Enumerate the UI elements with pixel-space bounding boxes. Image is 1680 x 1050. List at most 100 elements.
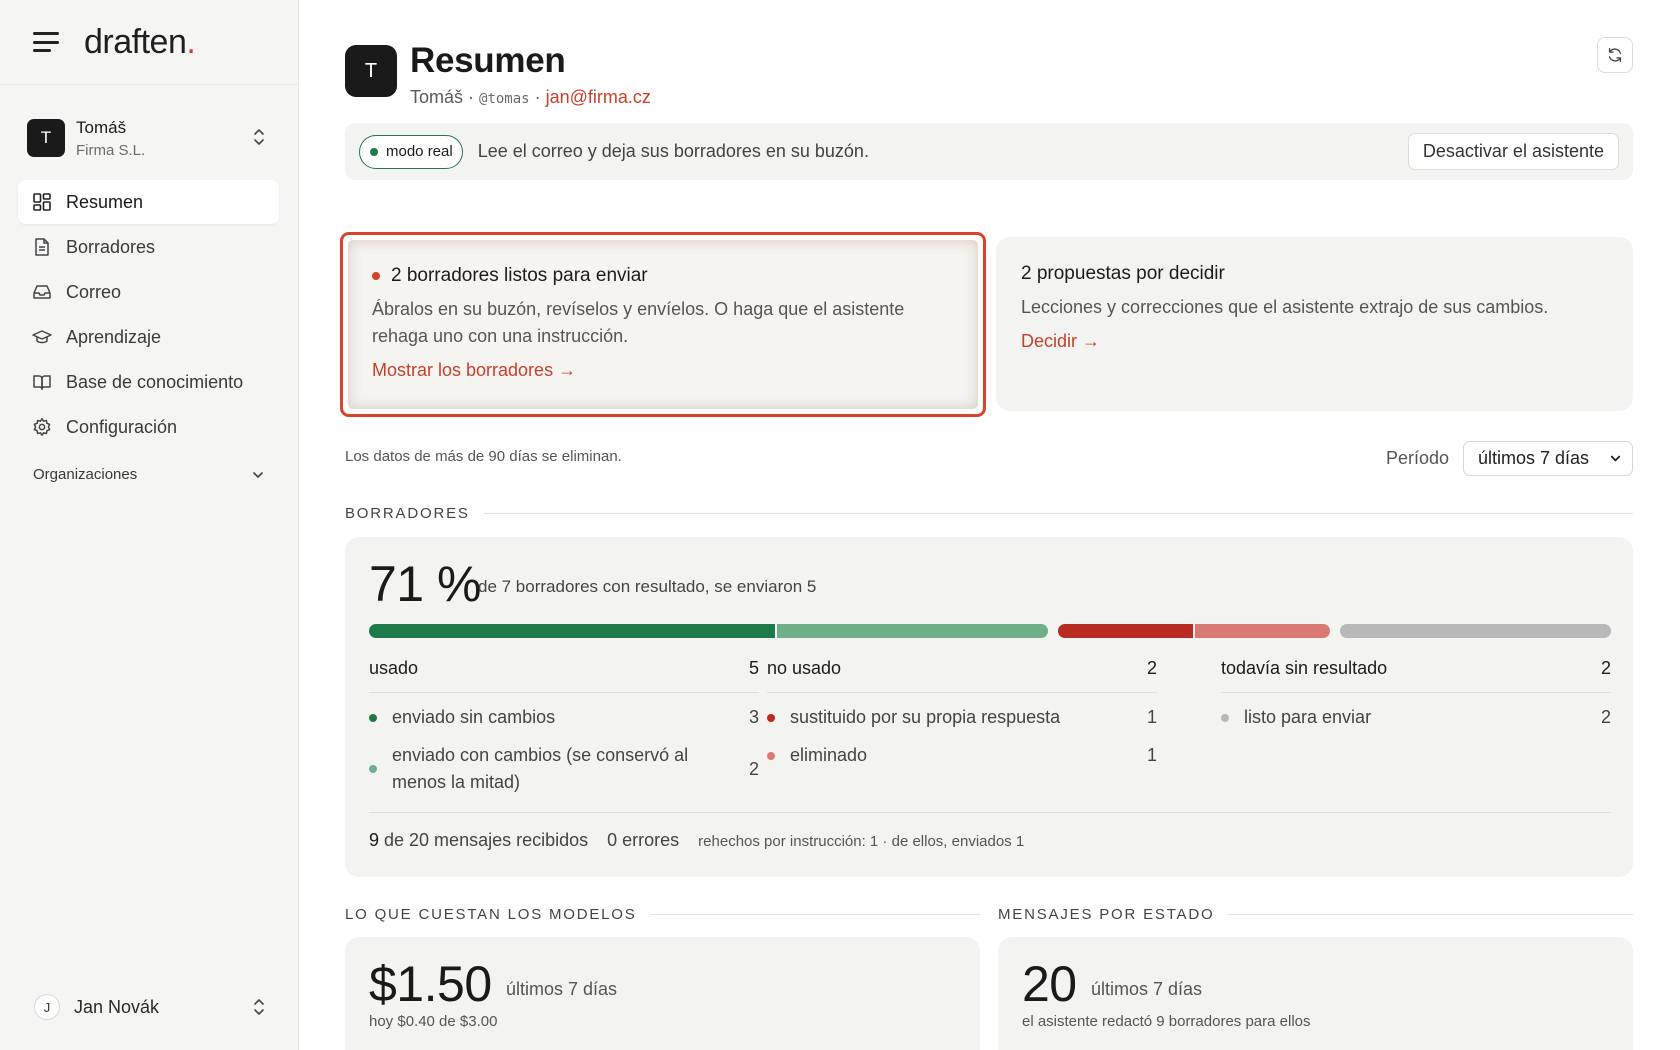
nav-label: Configuración [66, 416, 178, 437]
ready-drafts-card: 2 borradores listos para enviar Ábralos … [340, 232, 986, 417]
breakdown-row: enviado sin cambios 3 [369, 704, 759, 731]
graduation-cap-icon [32, 327, 52, 347]
status-dot [370, 147, 378, 156]
period-select[interactable]: últimos 7 días [1463, 441, 1633, 476]
breakdown-row: listo para enviar 2 [1221, 704, 1611, 731]
show-drafts-link[interactable]: Mostrar los borradores → [372, 360, 576, 381]
separator: · [529, 87, 546, 107]
sent-percentage-note: de 7 borradores con resultado, se enviar… [478, 577, 817, 596]
chevron-updown-icon [254, 129, 264, 145]
account-avatar: T [27, 119, 65, 157]
assistant-mode-bar: modo real Lee el correo y deja sus borra… [345, 123, 1633, 180]
menu-icon[interactable] [33, 32, 59, 52]
nav-item-aprendizaje[interactable]: Aprendizaje [18, 315, 279, 359]
model-cost-card: $1.50 últimos 7 días hoy $0.40 de $3.00 [345, 937, 980, 1050]
legend-dot [369, 713, 377, 722]
period-label: Período [1385, 448, 1449, 468]
sent-percentage: 71 % [369, 556, 481, 612]
group-count: 2 [1600, 658, 1611, 678]
main-nav: Resumen Borradores Correo Aprendizaje Ba… [18, 180, 279, 450]
user-avatar: J [34, 994, 60, 1020]
brand-bar: draften. [0, 0, 298, 85]
mode-badge: modo real [359, 134, 463, 169]
bar-segment [1195, 624, 1331, 638]
ready-drafts-body: Ábralos en su buzón, revíselos y envíelo… [372, 299, 905, 346]
bar-segment [777, 624, 1048, 638]
refresh-button[interactable] [1597, 37, 1633, 73]
decide-link[interactable]: Decidir → [1021, 331, 1100, 352]
nav-label: Correo [66, 281, 122, 302]
nav-item-borradores[interactable]: Borradores [18, 225, 279, 269]
bar-segment [1057, 624, 1193, 638]
ready-drafts-title-text: 2 borradores listos para enviar [391, 265, 648, 286]
row-label: listo para enviar [1244, 707, 1372, 727]
group-title: usado [369, 658, 419, 678]
nav-item-configuracion[interactable]: Configuración [18, 405, 279, 449]
logo[interactable]: draften. [84, 23, 196, 62]
profile-subline: Tomáš · @tomas · jan@firma.cz [410, 87, 651, 108]
nav-item-resumen[interactable]: Resumen [18, 180, 279, 224]
profile-avatar: T [345, 45, 397, 97]
nav-label: Resumen [66, 191, 144, 212]
deactivate-assistant-button[interactable]: Desactivar el asistente [1407, 133, 1619, 170]
legend-dot [767, 751, 775, 760]
group-not-used: no usado 2 sustituido por su propia respu… [767, 656, 1157, 769]
row-count: 2 [1600, 707, 1611, 727]
organizations-toggle[interactable]: Organizaciones [33, 466, 265, 483]
book-open-icon [32, 372, 52, 392]
group-used: usado 5 enviado sin cambios 3 enviado con… [369, 656, 759, 796]
nav-item-base-conocimiento[interactable]: Base de conocimiento [18, 360, 279, 404]
account-switcher[interactable]: T Tomáš Firma S.L. [0, 115, 298, 161]
nav-label: Base de conocimiento [66, 371, 244, 392]
legend-dot [767, 713, 775, 722]
row-label: eliminado [790, 745, 868, 765]
row-count: 1 [1146, 745, 1157, 765]
drafts-stats-card: 71 % de 7 borradores con resultado, se e… [345, 537, 1633, 877]
page-header: T Resumen Tomáš · @tomas · jan@firma.cz [345, 41, 651, 108]
bar-segment [369, 624, 775, 638]
redone-stats: rehechos por instrucción: 1 · de ellos, … [698, 833, 1025, 850]
document-icon [32, 237, 52, 257]
organizations-label: Organizaciones [33, 466, 138, 483]
page-title: Resumen [410, 41, 566, 80]
cost-value: $1.50 [369, 956, 492, 1012]
section-heading-text: MENSAJES POR ESTADO [998, 906, 1215, 923]
group-count: 5 [748, 658, 759, 678]
nav-item-correo[interactable]: Correo [18, 270, 279, 314]
messages-note: el asistente redactó 9 borradores para e… [1022, 1013, 1311, 1030]
chevron-updown-icon [254, 999, 264, 1015]
drafts-stacked-bar [369, 624, 1611, 638]
profile-name: Tomáš [410, 87, 464, 107]
profile-email-link[interactable]: jan@firma.cz [546, 87, 651, 107]
proposals-card: 2 propuestas por decidir Lecciones y cor… [996, 237, 1633, 411]
section-heading-drafts: BORRADORES [345, 505, 1633, 522]
alert-dot [372, 272, 380, 280]
cost-period: últimos 7 días [506, 979, 618, 999]
row-count: 1 [1146, 707, 1157, 727]
messages-by-state-card: 20 últimos 7 días el asistente redactó 9… [998, 937, 1633, 1050]
breakdown-row: enviado con cambios (se conservó al meno… [369, 742, 759, 796]
bar-segment [1340, 624, 1611, 638]
inbox-icon [32, 282, 52, 302]
section-heading-messages: MENSAJES POR ESTADO [998, 906, 1633, 923]
separator: · [463, 87, 480, 107]
row-label: sustituido por su propia respuesta [790, 707, 1061, 727]
section-heading-text: BORRADORES [345, 505, 470, 522]
period-filter: Período últimos 7 días [1386, 441, 1633, 476]
user-menu[interactable]: J Jan Novák [34, 994, 266, 1020]
refresh-icon [1608, 48, 1622, 62]
chevron-down-icon [1610, 455, 1621, 462]
breakdown-row: sustituido por su propia respuesta 1 [767, 704, 1157, 731]
received-count: 9 de 20 mensajes recibidos [369, 830, 589, 850]
drafts-footer: 9 de 20 mensajes recibidos 0 errores reh… [369, 830, 1024, 851]
proposals-title: 2 propuestas por decidir [1021, 263, 1225, 284]
nav-label: Aprendizaje [66, 326, 162, 347]
nav-label: Borradores [66, 236, 156, 257]
breakdown-row: eliminado 1 [767, 742, 1157, 769]
row-count: 3 [748, 707, 759, 727]
legend-dot [1221, 713, 1229, 722]
error-count: 0 errores [607, 830, 680, 850]
section-heading-text: LO QUE CUESTAN LOS MODELOS [345, 906, 637, 923]
account-name: Tomáš [76, 117, 127, 137]
group-pending: todavía sin resultado 2 listo para enviar… [1221, 656, 1611, 731]
